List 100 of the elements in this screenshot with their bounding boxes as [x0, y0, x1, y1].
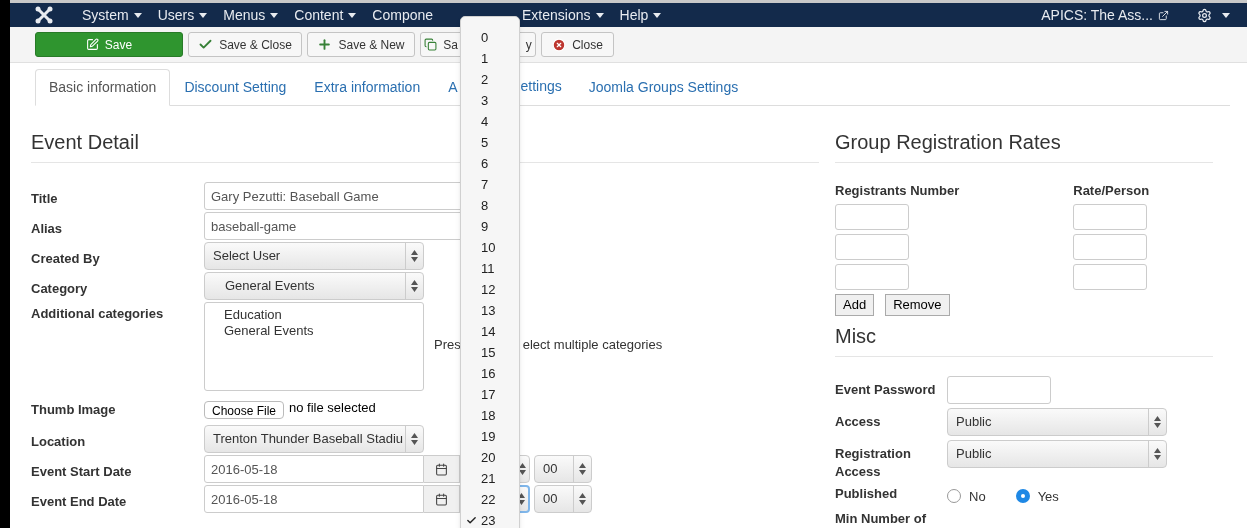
date-field[interactable]: 2016-05-18: [204, 455, 424, 483]
logo-icon: [34, 5, 54, 26]
rate-input-field[interactable]: [835, 233, 909, 260]
help-text-fragment: elect multiple categories: [522, 335, 663, 354]
menu-option[interactable]: 6: [461, 153, 519, 174]
updown-arrows-icon: [411, 250, 418, 262]
caret-icon: [1222, 12, 1230, 18]
caret-icon: [270, 12, 279, 18]
menu-item[interactable]: Content: [286, 4, 365, 26]
tab[interactable]: Extra information: [300, 69, 435, 106]
rate-input-field[interactable]: [1073, 233, 1148, 260]
plus-icon: [317, 37, 333, 53]
save-button[interactable]: Save: [35, 32, 183, 58]
tab[interactable]: Basic information: [35, 69, 171, 106]
rate-input-field[interactable]: [835, 203, 909, 230]
edit-icon: [85, 38, 99, 52]
menu-item[interactable]: Users: [149, 4, 216, 26]
updown-arrows-icon: [579, 493, 586, 505]
minute-select[interactable]: 00: [534, 485, 592, 513]
menu-option[interactable]: 13: [461, 300, 519, 321]
date-field[interactable]: 2016-05-18: [204, 485, 424, 513]
select-field[interactable]: Trenton Thunder Baseball Stadiu: [204, 425, 424, 453]
close-button[interactable]: Close: [541, 32, 614, 58]
rate-input-field[interactable]: [1073, 203, 1148, 230]
copy-icon: [424, 38, 438, 52]
menu-option[interactable]: 23: [461, 510, 519, 528]
save-new-button[interactable]: Save & New: [307, 32, 415, 58]
select-field[interactable]: Select User: [204, 242, 424, 270]
minute-select[interactable]: 00: [534, 455, 592, 483]
updown-arrows-icon: [1154, 415, 1161, 428]
menu-option[interactable]: 5: [461, 132, 519, 153]
radio-option[interactable]: Yes: [1015, 486, 1059, 506]
menu-option[interactable]: 21: [461, 468, 519, 489]
menu-option[interactable]: 4: [461, 111, 519, 132]
rate-row-button[interactable]: Add: [835, 293, 875, 316]
section-heading: Group Registration Rates: [835, 130, 1213, 163]
settings-menu-button[interactable]: [1197, 7, 1230, 23]
menu-item[interactable]: System: [74, 4, 150, 26]
password-field[interactable]: [947, 375, 1051, 404]
select-field[interactable]: General Events: [204, 272, 424, 300]
field-label: Additional categories: [31, 305, 165, 323]
menu-option[interactable]: 18: [461, 405, 519, 426]
caret-icon: [199, 12, 208, 18]
section-heading: Misc: [835, 323, 1213, 357]
menu-option[interactable]: 11: [461, 258, 519, 279]
updown-arrows-icon: [411, 433, 418, 445]
select-field[interactable]: Public: [947, 407, 1167, 436]
tab[interactable]: Discount Setting: [170, 69, 301, 106]
field-label: Location: [31, 433, 87, 451]
updown-arrows-icon: [579, 463, 586, 475]
field-label: Event End Date: [31, 493, 128, 511]
rate-row-button[interactable]: Remove: [885, 293, 950, 316]
updown-arrows-icon: [411, 280, 418, 292]
field-label: Access: [835, 412, 882, 431]
check-icon: [466, 515, 477, 526]
menu-option[interactable]: 2: [461, 69, 519, 90]
updown-arrows-icon: [1154, 447, 1161, 460]
menu-item[interactable]: Help: [611, 4, 670, 26]
choose-file-button[interactable]: Choose File: [204, 401, 285, 419]
menu-option[interactable]: 20: [461, 447, 519, 468]
menu-option[interactable]: 1: [461, 48, 519, 69]
calendar-button[interactable]: [424, 485, 460, 513]
calendar-button[interactable]: [424, 455, 460, 483]
settings-icon: [1197, 7, 1212, 23]
menu-option[interactable]: 10: [461, 237, 519, 258]
site-link[interactable]: APICS: The Ass...: [1041, 4, 1169, 26]
rate-input-field[interactable]: [1073, 263, 1148, 290]
column-heading: Registrants Number: [835, 182, 960, 200]
menu-option[interactable]: 19: [461, 426, 519, 447]
menu-option[interactable]: 0: [461, 27, 519, 48]
menu-option[interactable]: 3: [461, 90, 519, 111]
menu-option[interactable]: 12: [461, 279, 519, 300]
menu-option[interactable]: 17: [461, 384, 519, 405]
field-label: Thumb Image: [31, 401, 117, 419]
menu-option[interactable]: 14: [461, 321, 519, 342]
select-field[interactable]: Public: [947, 439, 1167, 468]
radio-option[interactable]: No: [947, 486, 986, 506]
field-label: Category: [31, 280, 89, 298]
external-link-icon: [1158, 9, 1169, 21]
list-option[interactable]: General Events: [224, 323, 423, 339]
tab[interactable]: A: [434, 69, 459, 106]
column-heading: Rate/Person: [1073, 182, 1150, 200]
tab-label-fragment[interactable]: ettings: [520, 68, 575, 105]
caret-icon: [348, 12, 357, 18]
list-option[interactable]: Education: [224, 307, 423, 323]
field-label: Min Number of: [835, 510, 927, 528]
menu-item[interactable]: Extensions: [514, 4, 612, 26]
field-label: Registration Access: [835, 444, 912, 481]
tab[interactable]: Joomla Groups Settings: [574, 69, 753, 106]
rate-input-field[interactable]: [835, 263, 909, 290]
menu-option[interactable]: 22: [461, 489, 519, 510]
field-label: Event Start Date: [31, 463, 133, 481]
menu-option[interactable]: 16: [461, 363, 519, 384]
caret-icon: [595, 12, 604, 18]
menu-item[interactable]: Menus: [215, 4, 287, 26]
save-close-button[interactable]: Save & Close: [188, 32, 302, 58]
multi-select-list[interactable]: Education General Events: [204, 302, 424, 391]
field-label: Title: [31, 190, 59, 208]
menu-option[interactable]: 15: [461, 342, 519, 363]
field-label: Alias: [31, 220, 64, 238]
